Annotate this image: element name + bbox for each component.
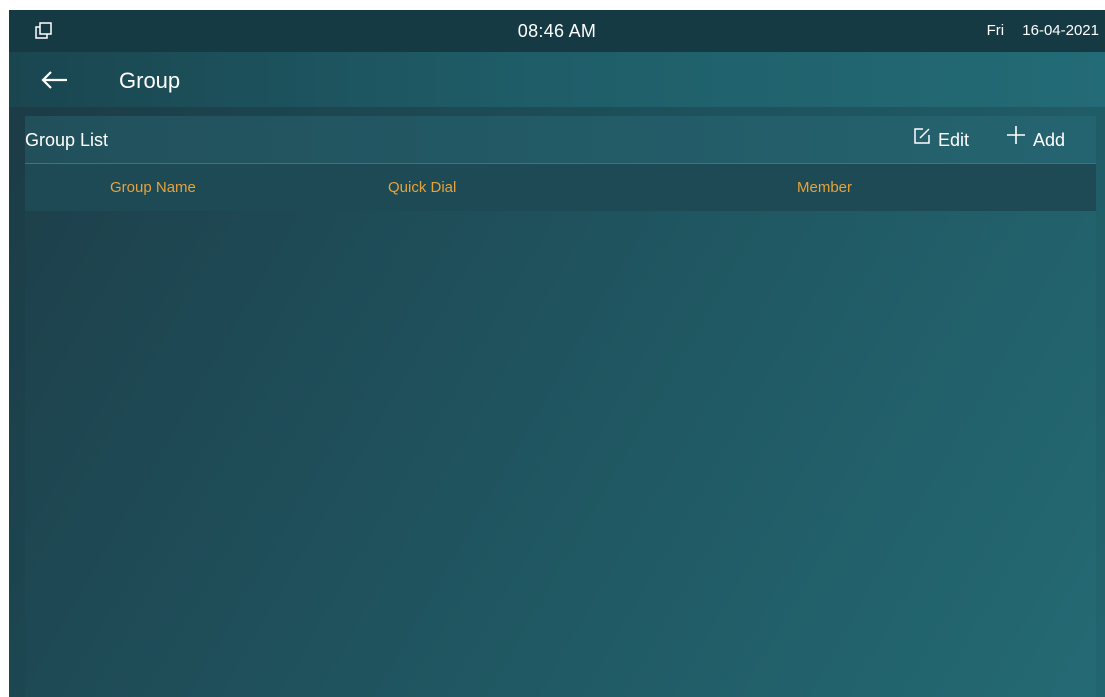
group-list-panel: Group List Edit Add Group Name Quick Dia… <box>25 116 1096 697</box>
edit-icon <box>912 116 938 164</box>
column-header-group-name[interactable]: Group Name <box>110 164 196 211</box>
status-time: 08:46 AM <box>517 21 597 41</box>
title-bar: Group <box>9 52 1105 107</box>
status-date: Fri 16-04-2021 <box>987 10 1099 52</box>
table-header: Group Name Quick Dial Member <box>25 164 1096 211</box>
add-label: Add <box>1033 130 1066 150</box>
arrow-left-icon <box>35 71 75 100</box>
page-title: Group <box>119 68 181 93</box>
add-button[interactable]: Add <box>1005 116 1065 164</box>
status-bar: 08:46 AM Fri 16-04-2021 <box>9 10 1105 52</box>
panel-title: Group List <box>25 130 109 150</box>
status-date-value: 16-04-2021 <box>1022 22 1099 39</box>
back-button[interactable] <box>35 64 75 96</box>
device-screen: 08:46 AM Fri 16-04-2021 Group Group List <box>9 10 1105 697</box>
plus-icon <box>1005 116 1033 164</box>
edit-button[interactable]: Edit <box>912 116 969 164</box>
status-day: Fri <box>986 22 1005 39</box>
column-header-quick-dial[interactable]: Quick Dial <box>388 164 456 211</box>
panel-header: Group List Edit Add <box>25 116 1096 164</box>
table-body <box>25 211 1096 697</box>
edit-label: Edit <box>938 130 970 150</box>
column-header-member[interactable]: Member <box>797 164 852 211</box>
